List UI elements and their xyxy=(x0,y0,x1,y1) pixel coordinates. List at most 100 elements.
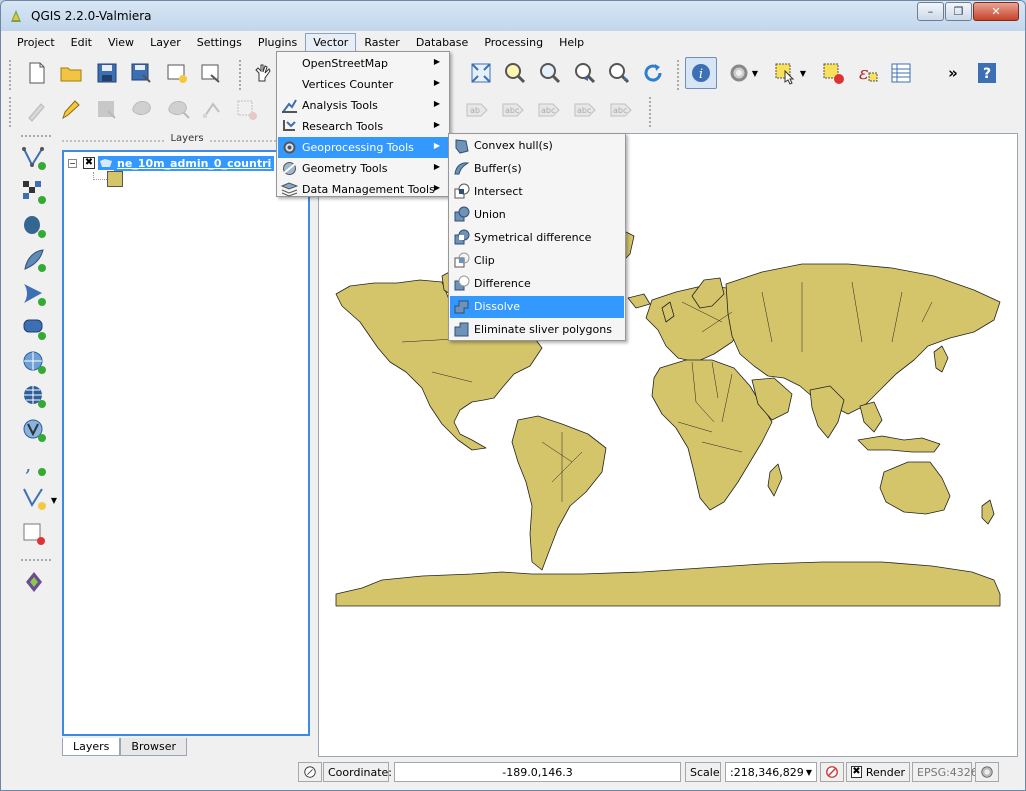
composer-manager-icon[interactable] xyxy=(197,59,225,87)
open-project-icon[interactable] xyxy=(57,59,85,87)
menu-settings[interactable]: Settings xyxy=(189,33,250,52)
toolbar-overflow-icon[interactable]: » xyxy=(939,59,967,87)
delete-selected-icon[interactable] xyxy=(233,96,261,124)
menu-processing[interactable]: Processing xyxy=(476,33,551,52)
menu-vector[interactable]: Vector xyxy=(305,33,357,52)
menu-item-analysis-tools[interactable]: Analysis Tools ▶ xyxy=(278,95,448,116)
select-dropdown-icon[interactable]: ▼ xyxy=(797,64,809,82)
menu-item-union[interactable]: Union xyxy=(450,204,624,226)
menu-help[interactable]: Help xyxy=(551,33,592,52)
new-project-icon[interactable] xyxy=(23,59,51,87)
label-rotate-icon[interactable]: abc xyxy=(571,96,599,124)
toolbar-grip[interactable] xyxy=(649,97,655,127)
toggle-editing-icon[interactable] xyxy=(57,96,85,124)
menu-item-eliminate-sliver-polygons[interactable]: Eliminate sliver polygons xyxy=(450,319,624,341)
minimize-button[interactable]: – xyxy=(917,2,944,21)
label-tool-icon[interactable]: ab xyxy=(463,96,491,124)
label-change-icon[interactable]: abc xyxy=(607,96,635,124)
label-show-hide-icon[interactable]: abc xyxy=(535,96,563,124)
zoom-to-selection-icon[interactable] xyxy=(501,59,529,87)
save-project-icon[interactable] xyxy=(93,59,121,87)
new-print-composer-icon[interactable] xyxy=(163,59,191,87)
zoom-to-layer-icon[interactable] xyxy=(536,59,564,87)
toggle-extents-icon[interactable] xyxy=(298,762,322,782)
add-oracle-layer-icon[interactable] xyxy=(19,313,49,343)
move-feature-icon[interactable] xyxy=(165,96,193,124)
add-mssql-layer-icon[interactable] xyxy=(19,279,49,309)
toolbar-grip[interactable] xyxy=(21,135,51,139)
menu-layer[interactable]: Layer xyxy=(142,33,189,52)
menu-item-geometry-tools[interactable]: Geometry Tools ▶ xyxy=(278,158,448,179)
menu-view[interactable]: View xyxy=(100,33,142,52)
map-canvas[interactable] xyxy=(318,133,1018,757)
render-checkbox[interactable]: ✖ xyxy=(851,766,862,778)
add-wms-layer-icon[interactable] xyxy=(19,347,49,377)
node-tool-icon[interactable] xyxy=(199,96,227,124)
add-grass-layer-icon[interactable] xyxy=(19,567,49,597)
menu-item-intersect[interactable]: Intersect xyxy=(450,181,624,203)
identify-features-icon[interactable]: i xyxy=(685,57,717,89)
add-delimited-text-layer-icon[interactable]: , xyxy=(19,449,49,479)
pan-map-icon[interactable] xyxy=(249,59,277,87)
menu-item-vertices-counter[interactable]: Vertices Counter ▶ xyxy=(278,74,448,95)
toolbar-grip[interactable] xyxy=(9,97,15,127)
attribute-table-icon[interactable] xyxy=(887,59,915,87)
help-icon[interactable]: ? xyxy=(973,59,1001,87)
coordinate-field[interactable]: -189.0,146.3 xyxy=(394,762,681,782)
restore-button[interactable]: ❐ xyxy=(945,2,972,21)
menu-raster[interactable]: Raster xyxy=(356,33,407,52)
layer-symbol-swatch[interactable] xyxy=(107,171,123,187)
rotation-lock-icon[interactable] xyxy=(820,762,844,782)
zoom-full-icon[interactable] xyxy=(467,59,495,87)
save-edits-icon[interactable] xyxy=(93,96,121,124)
new-shapefile-layer-icon[interactable] xyxy=(19,483,49,513)
deselect-features-icon[interactable] xyxy=(819,59,847,87)
render-toggle[interactable]: ✖ Render xyxy=(846,762,910,782)
measure-dropdown-icon[interactable]: ▼ xyxy=(749,64,761,82)
add-vector-layer-icon[interactable] xyxy=(19,143,49,173)
menu-item-data-management-tools[interactable]: Data Management Tools ▶ xyxy=(278,179,448,200)
menu-item-convex-hull[interactable]: Convex hull(s) xyxy=(450,135,624,157)
messages-globe-icon[interactable] xyxy=(975,762,999,782)
scale-combobox[interactable]: :218,346,829 ▼ xyxy=(725,762,817,782)
crs-status-button[interactable]: EPSG:4326 xyxy=(912,762,978,782)
menu-item-clip[interactable]: Clip xyxy=(450,250,624,272)
label-pin-icon[interactable]: abc xyxy=(499,96,527,124)
add-wfs-layer-icon[interactable] xyxy=(19,415,49,445)
menu-project[interactable]: Project xyxy=(9,33,63,52)
layers-tree[interactable]: − ✖ ne_10m_admin_0_countri xyxy=(62,150,310,736)
refresh-icon[interactable] xyxy=(639,59,667,87)
tab-browser[interactable]: Browser xyxy=(120,738,187,756)
zoom-next-icon[interactable] xyxy=(605,59,633,87)
add-postgis-layer-icon[interactable] xyxy=(19,211,49,241)
current-edits-icon[interactable] xyxy=(23,96,51,124)
add-spatialite-layer-icon[interactable] xyxy=(19,245,49,275)
menu-item-buffer[interactable]: Buffer(s) xyxy=(450,158,624,180)
menu-item-symmetrical-difference[interactable]: Symetrical difference xyxy=(450,227,624,249)
select-by-expression-icon[interactable]: ε xyxy=(853,59,881,87)
menu-item-openstreetmap[interactable]: OpenStreetMap ▶ xyxy=(278,53,448,74)
menu-item-difference[interactable]: Difference xyxy=(450,273,624,295)
toolbar-grip[interactable] xyxy=(9,60,15,90)
menu-database[interactable]: Database xyxy=(408,33,477,52)
add-wcs-layer-icon[interactable] xyxy=(19,381,49,411)
toolbar-grip[interactable] xyxy=(677,60,683,90)
layer-name[interactable]: ne_10m_admin_0_countri xyxy=(114,155,275,171)
layer-visibility-checkbox[interactable]: ✖ xyxy=(83,157,95,169)
layer-row[interactable]: − ✖ ne_10m_admin_0_countri xyxy=(64,155,275,171)
zoom-last-icon[interactable] xyxy=(571,59,599,87)
menu-plugins[interactable]: Plugins xyxy=(250,33,305,52)
close-button[interactable]: ✕ xyxy=(973,2,1019,21)
remove-layer-icon[interactable] xyxy=(19,519,49,549)
menu-item-dissolve[interactable]: Dissolve xyxy=(450,296,624,318)
select-features-icon[interactable] xyxy=(771,59,799,87)
add-raster-layer-icon[interactable] xyxy=(19,177,49,207)
menu-item-research-tools[interactable]: Research Tools ▶ xyxy=(278,116,448,137)
menu-edit[interactable]: Edit xyxy=(63,33,100,52)
collapse-toggle[interactable]: − xyxy=(68,158,77,168)
menu-item-geoprocessing-tools[interactable]: Geoprocessing Tools ▶ xyxy=(278,137,448,158)
toolbar-grip[interactable] xyxy=(239,60,245,90)
toolbar-grip[interactable] xyxy=(21,559,51,563)
tab-layers[interactable]: Layers xyxy=(62,738,121,756)
add-feature-icon[interactable] xyxy=(129,96,157,124)
